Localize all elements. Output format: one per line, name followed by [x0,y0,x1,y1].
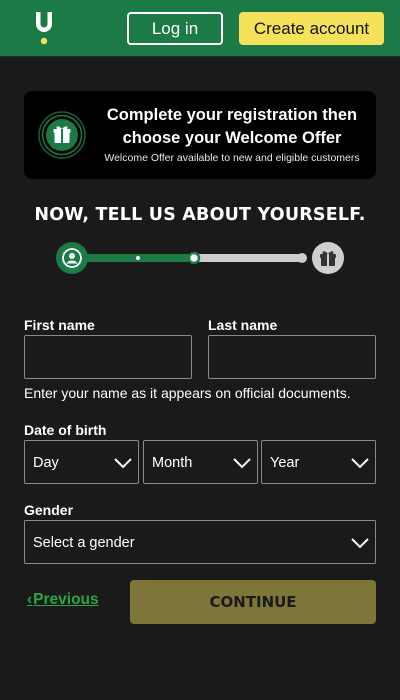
promo-subtitle: Welcome Offer available to new and eligi… [104,152,360,164]
previous-label: Previous [33,591,99,608]
previous-link[interactable]: ‹Previous [27,591,99,609]
month-select[interactable]: Month [143,440,258,484]
year-select[interactable]: Year [261,440,376,484]
first-name-input[interactable] [24,335,192,379]
name-hint: Enter your name as it appears on officia… [24,385,351,401]
gender-select[interactable]: Select a gender [24,520,376,564]
month-select-text: Month [152,455,193,471]
chevron-down-icon [351,458,369,469]
chevron-down-icon [351,538,369,549]
chevron-down-icon [114,458,132,469]
dob-label: Date of birth [24,422,107,438]
gender-select-text: Select a gender [33,535,135,551]
day-select[interactable]: Day [24,440,139,484]
last-name-label: Last name [208,317,278,333]
chevron-down-icon [233,458,251,469]
user-step-icon [56,242,88,274]
continue-button[interactable]: CONTINUE [130,580,376,624]
year-select-text: Year [270,455,300,471]
chevron-left-icon: ‹ [27,591,33,608]
brand-logo-icon[interactable] [34,12,54,46]
gift-step-icon [312,242,344,274]
create-account-button[interactable]: Create account [239,12,384,45]
day-select-text: Day [33,455,59,471]
promo-title: Complete your registration then choose y… [106,106,358,147]
registration-progress [56,242,344,274]
gift-icon [38,111,86,159]
top-header: Log in Create account [0,0,400,57]
first-name-label: First name [24,317,95,333]
page-title: NOW, TELL US ABOUT YOURSELF. [34,205,366,225]
login-button[interactable]: Log in [127,12,223,45]
welcome-offer-banner: Complete your registration then choose y… [24,91,376,179]
last-name-input[interactable] [208,335,376,379]
gender-label: Gender [24,502,74,518]
